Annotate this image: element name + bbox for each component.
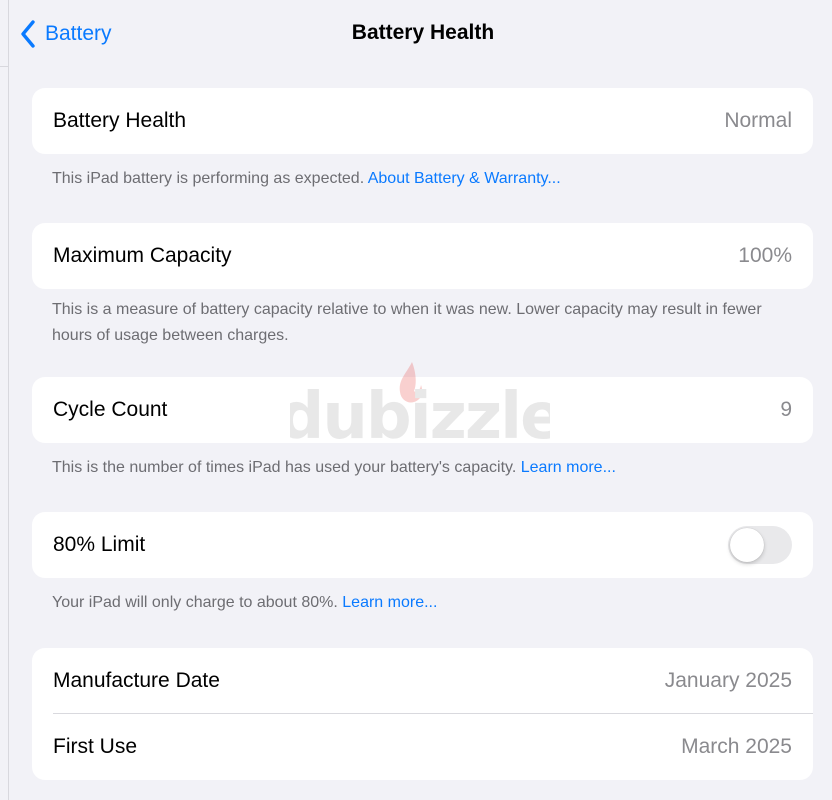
sidebar-separator [0,66,8,67]
page-title: Battery Health [351,21,495,44]
battery-health-footnote-text: This iPad battery is performing as expec… [52,170,368,187]
cycle-count-footnote-text: This is the number of times iPad has use… [52,459,521,476]
manufacture-date-label: Manufacture Date [53,669,220,692]
maximum-capacity-row: Maximum Capacity 100% [32,223,813,289]
navigation-bar: Battery Battery Health [0,0,832,66]
battery-health-footnote: This iPad battery is performing as expec… [52,166,797,192]
cycle-count-row: Cycle Count 9 [32,377,813,443]
split-view-divider [0,0,9,800]
battery-health-card: Battery Health Normal [32,88,813,154]
charge-limit-row: 80% Limit [32,512,813,578]
first-use-row: First Use March 2025 [32,714,813,780]
manufacture-date-value: January 2025 [664,669,792,692]
about-battery-warranty-link[interactable]: About Battery & Warranty... [368,170,561,187]
toggle-knob [730,528,764,562]
cycle-count-value: 9 [780,398,792,421]
maximum-capacity-footnote: This is a measure of battery capacity re… [52,301,762,344]
charge-limit-card: 80% Limit [32,512,813,578]
cycle-count-card: Cycle Count 9 [32,377,813,443]
cycle-count-label: Cycle Count [53,398,168,421]
battery-health-row: Battery Health Normal [32,88,813,154]
battery-health-value: Normal [724,109,792,132]
maximum-capacity-value: 100% [738,244,792,267]
charge-limit-toggle[interactable] [728,526,792,564]
first-use-value: March 2025 [681,735,792,758]
cycle-count-footnote: This is the number of times iPad has use… [52,455,797,481]
battery-health-label: Battery Health [53,109,187,132]
charge-limit-learn-more-link[interactable]: Learn more... [342,594,437,611]
maximum-capacity-label: Maximum Capacity [53,244,232,267]
maximum-capacity-card: Maximum Capacity 100% [32,223,813,289]
cycle-count-learn-more-link[interactable]: Learn more... [521,459,616,476]
charge-limit-footnote-text: Your iPad will only charge to about 80%. [52,594,343,611]
charge-limit-label: 80% Limit [53,533,146,556]
charge-limit-footnote: Your iPad will only charge to about 80%.… [52,590,797,616]
manufacture-date-row: Manufacture Date January 2025 [32,648,813,714]
first-use-label: First Use [53,735,137,758]
dates-card: Manufacture Date January 2025 First Use … [32,648,813,780]
